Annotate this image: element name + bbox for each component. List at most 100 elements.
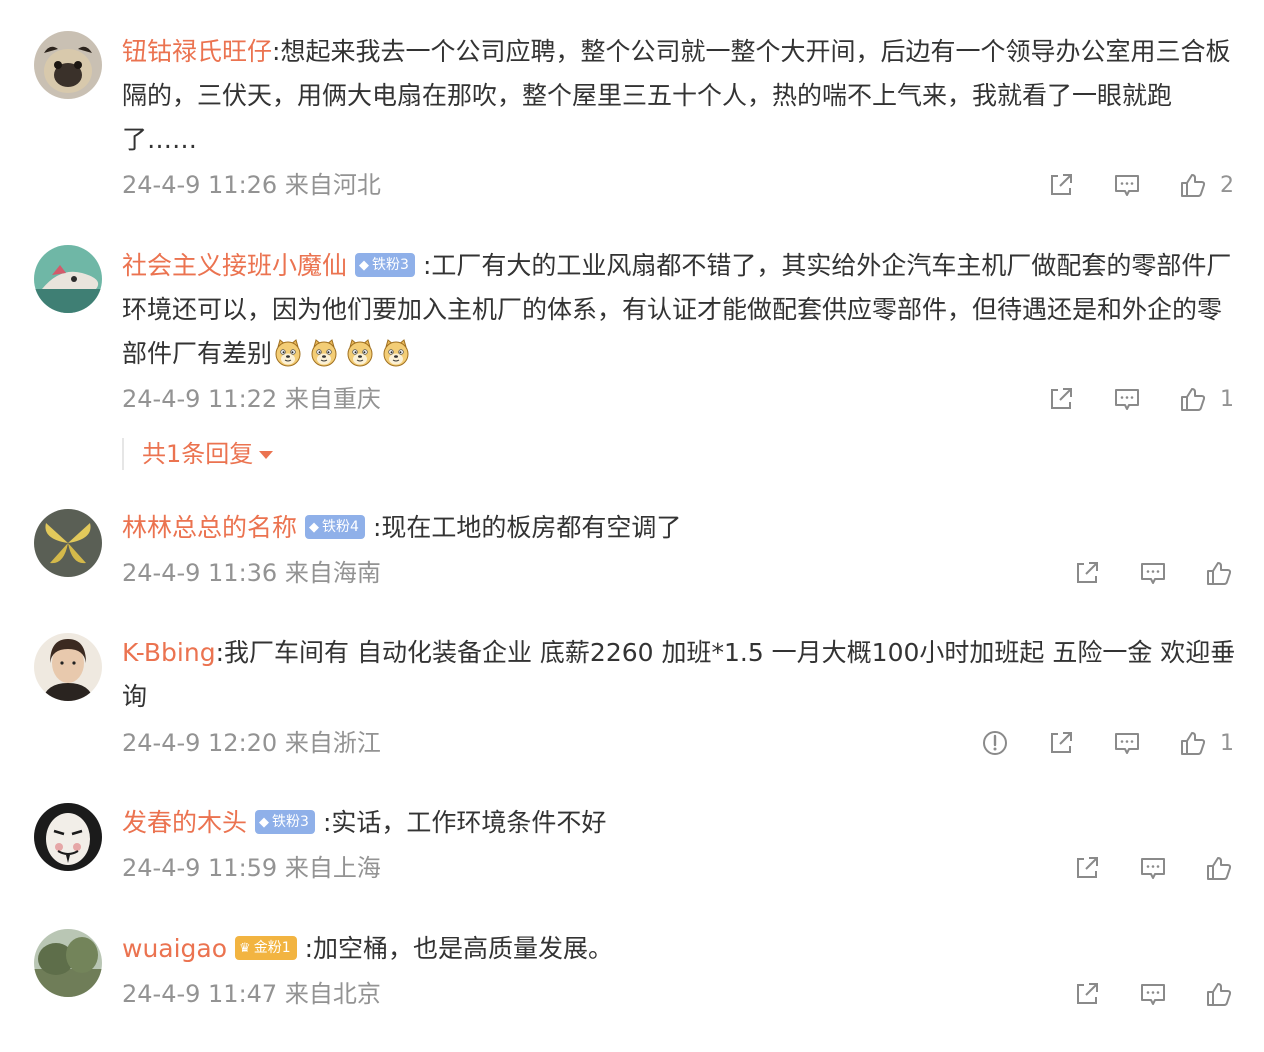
- share-icon: [1046, 728, 1076, 758]
- avatar[interactable]: [34, 803, 102, 871]
- share-icon: [1046, 170, 1076, 200]
- like-icon: [1204, 853, 1234, 883]
- replies-label: 共1条回复: [142, 440, 254, 468]
- username[interactable]: 林林总总的名称: [122, 513, 297, 542]
- comment-actions: [1036, 557, 1234, 589]
- badge-label: 铁粉3: [272, 814, 309, 830]
- comment-text: :想起来我去一个公司应聘，整个公司就一整个大开间，后边有一个领导办公室用三合板隔…: [122, 37, 1231, 154]
- username[interactable]: 发春的木头: [122, 808, 247, 837]
- comment-meta: 24-4-9 11:59 来自上海: [122, 854, 381, 882]
- comment-icon: [1138, 979, 1168, 1009]
- doge-emoji-icon: [308, 337, 340, 369]
- diamond-icon: ◆: [259, 815, 270, 830]
- cartoon-avatar-icon: [34, 245, 102, 313]
- like-count: 1: [1220, 386, 1234, 412]
- comment-icon: [1138, 853, 1168, 883]
- fan-badge: ◆ 铁粉4: [305, 515, 365, 539]
- like-count: 2: [1220, 172, 1234, 198]
- comment-text-block: 钮钴禄氏旺仔:想起来我去一个公司应聘，整个公司就一整个大开间，后边有一个领导办公…: [122, 30, 1237, 162]
- comment-actions: [1036, 978, 1234, 1010]
- avatar[interactable]: [34, 245, 102, 313]
- avatar[interactable]: [34, 633, 102, 701]
- like-icon: [1204, 979, 1234, 1009]
- comment-text: :我厂车间有 自动化装备企业 底薪2260 加班*1.5 一月大概100小时加班…: [122, 638, 1236, 711]
- like-button[interactable]: [1204, 979, 1234, 1009]
- username[interactable]: K-Bbing: [122, 638, 216, 667]
- like-icon: [1178, 728, 1208, 758]
- comment-text: :现在工地的板房都有空调了: [372, 513, 682, 542]
- like-count: 1: [1220, 730, 1234, 756]
- mask-avatar-icon: [34, 803, 102, 871]
- portrait-avatar-icon: [34, 633, 102, 701]
- fan-badge: ◆ 铁粉3: [255, 810, 315, 834]
- comment-text-block: K-Bbing:我厂车间有 自动化装备企业 底薪2260 加班*1.5 一月大概…: [122, 631, 1237, 719]
- doge-emoji-icon: [380, 337, 412, 369]
- like-icon: [1178, 170, 1208, 200]
- badge-label: 铁粉4: [322, 519, 359, 535]
- username[interactable]: 钮钴禄氏旺仔: [122, 37, 272, 66]
- reply-button[interactable]: [1112, 170, 1142, 200]
- username[interactable]: wuaigao: [122, 934, 227, 963]
- report-icon: [980, 728, 1010, 758]
- doge-emoji-icon: [272, 337, 304, 369]
- reply-button[interactable]: [1138, 979, 1168, 1009]
- like-icon: [1204, 558, 1234, 588]
- fan-badge: ◆ 铁粉3: [355, 253, 415, 277]
- comment-icon: [1112, 170, 1142, 200]
- comment-meta: 24-4-9 11:26 来自河北: [122, 171, 381, 199]
- report-button[interactable]: [980, 728, 1010, 758]
- share-icon: [1072, 853, 1102, 883]
- comment-meta: 24-4-9 11:22 来自重庆: [122, 385, 381, 413]
- comment-meta: 24-4-9 11:36 来自海南: [122, 559, 381, 587]
- like-button[interactable]: 2: [1178, 170, 1234, 200]
- share-button[interactable]: [1046, 728, 1076, 758]
- doge-emoji-icon: [344, 337, 376, 369]
- avatar[interactable]: [34, 31, 102, 99]
- comment-text-block: wuaigao ♛ 金粉1 :加空桶，也是高质量发展。: [122, 927, 1237, 971]
- badge-label: 铁粉3: [372, 257, 409, 273]
- comment-icon: [1112, 384, 1142, 414]
- username[interactable]: 社会主义接班小魔仙: [122, 251, 347, 280]
- like-button[interactable]: [1204, 853, 1234, 883]
- comment-text: :加空桶，也是高质量发展。: [304, 934, 614, 963]
- reply-button[interactable]: [1138, 558, 1168, 588]
- comment-actions: 1: [1010, 383, 1234, 415]
- comment-meta: 24-4-9 12:20 来自浙江: [122, 729, 381, 757]
- avatar[interactable]: [34, 509, 102, 577]
- expand-replies-button[interactable]: 共1条回复: [122, 438, 274, 470]
- crown-icon: ♛: [239, 941, 251, 956]
- reply-button[interactable]: [1112, 384, 1142, 414]
- comment-actions: [1036, 852, 1234, 884]
- share-button[interactable]: [1072, 853, 1102, 883]
- share-button[interactable]: [1046, 384, 1076, 414]
- diamond-icon: ◆: [359, 258, 370, 273]
- share-icon: [1072, 558, 1102, 588]
- comment-actions: 2: [1010, 169, 1234, 201]
- comment-actions: 1: [944, 727, 1234, 759]
- like-button[interactable]: [1204, 558, 1234, 588]
- comment-icon: [1112, 728, 1142, 758]
- comment-meta: 24-4-9 11:47 来自北京: [122, 980, 381, 1008]
- diamond-icon: ◆: [309, 520, 320, 535]
- butterfly-avatar-icon: [34, 509, 102, 577]
- share-button[interactable]: [1072, 558, 1102, 588]
- caret-down-icon: [259, 451, 274, 459]
- comment-text: :实话，工作环境条件不好: [322, 808, 607, 837]
- like-button[interactable]: 1: [1178, 384, 1234, 414]
- like-button[interactable]: 1: [1178, 728, 1234, 758]
- fan-badge: ♛ 金粉1: [235, 936, 297, 960]
- share-icon: [1046, 384, 1076, 414]
- avatar[interactable]: [34, 929, 102, 997]
- badge-label: 金粉1: [253, 940, 291, 956]
- like-icon: [1178, 384, 1208, 414]
- comment-text-block: 发春的木头 ◆ 铁粉3 :实话，工作环境条件不好: [122, 801, 1237, 845]
- landscape-avatar-icon: [34, 929, 102, 997]
- comment-text-block: 社会主义接班小魔仙 ◆ 铁粉3:工厂有大的工业风扇都不错了，其实给外企汽车主机厂做配…: [122, 244, 1237, 377]
- comment-icon: [1138, 558, 1168, 588]
- reply-button[interactable]: [1112, 728, 1142, 758]
- share-button[interactable]: [1046, 170, 1076, 200]
- reply-button[interactable]: [1138, 853, 1168, 883]
- emoji-group: [272, 330, 416, 374]
- share-icon: [1072, 979, 1102, 1009]
- share-button[interactable]: [1072, 979, 1102, 1009]
